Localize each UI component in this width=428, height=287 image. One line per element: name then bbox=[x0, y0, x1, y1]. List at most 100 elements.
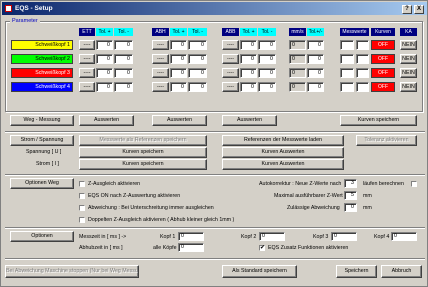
als-standard-button[interactable]: Als Standard speichern bbox=[222, 265, 297, 278]
abh-plus-1-field[interactable]: 0 bbox=[170, 40, 187, 50]
abh-minus-2-field[interactable]: 0 bbox=[188, 54, 207, 64]
mms-tol-2-field[interactable]: 0 bbox=[307, 54, 324, 64]
kopf2-input[interactable]: 0 bbox=[259, 232, 285, 241]
kopf4-input[interactable]: 0 bbox=[391, 232, 417, 241]
abh-1-button[interactable]: ---- bbox=[152, 40, 169, 50]
ett-minus-1-field[interactable]: 0 bbox=[114, 40, 133, 50]
abb-2-button[interactable]: ---- bbox=[222, 54, 239, 64]
abh-minus-3-field[interactable]: 0 bbox=[188, 68, 207, 78]
messwerte-referenz-button[interactable]: Messwerte als Referenzen speichern bbox=[79, 135, 207, 146]
auswerten-abh-button[interactable]: Auswerten bbox=[152, 115, 207, 126]
spannung-kurven-speichern-button[interactable]: Kurven speichern bbox=[79, 147, 207, 158]
ett-minus-3-field[interactable]: 0 bbox=[114, 68, 133, 78]
abb-minus-3-field[interactable]: 0 bbox=[258, 68, 276, 78]
weg-messung-button[interactable]: Weg - Messung bbox=[10, 115, 74, 126]
separator-3 bbox=[5, 227, 425, 229]
eqs-zusatz-checkbox[interactable]: ✔ bbox=[259, 245, 265, 251]
eqs-on-checkbox[interactable] bbox=[79, 193, 85, 199]
referenzen-laden-button[interactable]: Referenzen der Messwerte laden bbox=[222, 135, 344, 146]
ett-2-button[interactable]: ---- bbox=[79, 54, 95, 64]
auswerten-ett-button[interactable]: Auswerten bbox=[79, 115, 134, 126]
header-ett: ETT bbox=[79, 28, 95, 36]
abb-plus-2-field[interactable]: 0 bbox=[240, 54, 257, 64]
ka-3-button[interactable]: NEIN bbox=[400, 68, 417, 78]
kurven-2-toggle[interactable]: OFF bbox=[371, 54, 395, 64]
abh-minus-1-field[interactable]: 0 bbox=[188, 40, 207, 50]
abweichung-checkbox[interactable] bbox=[79, 205, 85, 211]
kurven-1-toggle[interactable]: OFF bbox=[371, 40, 395, 50]
ka-4-button[interactable]: NEIN bbox=[400, 82, 417, 92]
speichern-button[interactable]: Speichern bbox=[336, 265, 377, 278]
messwerte-2b-field[interactable] bbox=[356, 54, 369, 64]
ett-1-button[interactable]: ---- bbox=[79, 40, 95, 50]
mms-3-field: 0 bbox=[289, 68, 306, 78]
optionen-button[interactable]: Optionen bbox=[10, 231, 74, 242]
ett-minus-2-field[interactable]: 0 bbox=[114, 54, 133, 64]
ett-3-button[interactable]: ---- bbox=[79, 68, 95, 78]
laeufen-checkbox[interactable] bbox=[411, 181, 417, 187]
kurven-4-toggle[interactable]: OFF bbox=[371, 82, 395, 92]
toleranz-aktivieren-button[interactable]: Toleranz aktivieren bbox=[356, 135, 417, 146]
optionen-weg-button[interactable]: Optionen Weg bbox=[10, 178, 74, 189]
kopf1-input[interactable]: 0 bbox=[178, 232, 204, 241]
spannung-kurven-auswerten-button[interactable]: Kurven Auswerten bbox=[222, 147, 344, 158]
mms-tol-3-field[interactable]: 0 bbox=[307, 68, 324, 78]
abh-3-button[interactable]: ---- bbox=[152, 68, 169, 78]
abb-plus-1-field[interactable]: 0 bbox=[240, 40, 257, 50]
laeufen-label: läufen berechnen bbox=[363, 181, 404, 187]
abb-minus-4-field[interactable]: 0 bbox=[258, 82, 276, 92]
abh-plus-3-field[interactable]: 0 bbox=[170, 68, 187, 78]
ett-minus-4-field[interactable]: 0 bbox=[114, 82, 133, 92]
help-button[interactable]: ? bbox=[402, 5, 412, 14]
ka-2-button[interactable]: NEIN bbox=[400, 54, 417, 64]
strom-kurven-auswerten-button[interactable]: Kurven Auswerten bbox=[222, 159, 344, 170]
kopf3-input[interactable]: 0 bbox=[331, 232, 357, 241]
abb-3-button[interactable]: ---- bbox=[222, 68, 239, 78]
messwerte-4-field[interactable] bbox=[340, 82, 354, 92]
abh-plus-4-field[interactable]: 0 bbox=[170, 82, 187, 92]
messwerte-3-field[interactable] bbox=[340, 68, 354, 78]
abb-4-button[interactable]: ---- bbox=[222, 82, 239, 92]
ett-plus-1-field[interactable]: 0 bbox=[96, 40, 113, 50]
autokorrektur-input[interactable]: 3 bbox=[344, 179, 357, 188]
messwerte-2-field[interactable] bbox=[340, 54, 354, 64]
ett-plus-2-field[interactable]: 0 bbox=[96, 54, 113, 64]
z-ausgleich-checkbox[interactable] bbox=[79, 181, 85, 187]
mms-tol-1-field[interactable]: 0 bbox=[307, 40, 324, 50]
abb-1-button[interactable]: ---- bbox=[222, 40, 239, 50]
mms-4-field: 0 bbox=[289, 82, 306, 92]
messwerte-4b-field[interactable] bbox=[356, 82, 369, 92]
header-kurven: Kurven bbox=[371, 28, 395, 36]
zulaessig-input[interactable]: 0 bbox=[344, 203, 357, 212]
abbruch-button[interactable]: Abbruch bbox=[381, 265, 422, 278]
spannung-label: Spannung [ U ] bbox=[26, 149, 62, 155]
doppelten-checkbox[interactable] bbox=[79, 217, 85, 223]
strom-kurven-speichern-button[interactable]: Kurven speichern bbox=[79, 159, 207, 170]
close-button[interactable]: X bbox=[414, 5, 424, 14]
abb-minus-1-field[interactable]: 0 bbox=[258, 40, 276, 50]
bei-abweichung-button[interactable]: Bei Abweichung Maschine stoppen (Nur bei… bbox=[5, 265, 139, 278]
messwerte-1-field[interactable] bbox=[340, 40, 354, 50]
ett-plus-4-field[interactable]: 0 bbox=[96, 82, 113, 92]
kopf3-label: Kopf 3 bbox=[313, 234, 329, 240]
alle-koepfe-input[interactable]: 0 bbox=[178, 243, 204, 252]
abh-4-button[interactable]: ---- bbox=[152, 82, 169, 92]
kurven-3-toggle[interactable]: OFF bbox=[371, 68, 395, 78]
strom-spannung-button[interactable]: Strom / Spannung bbox=[10, 135, 74, 146]
messwerte-1b-field[interactable] bbox=[356, 40, 369, 50]
abb-plus-4-field[interactable]: 0 bbox=[240, 82, 257, 92]
abh-minus-4-field[interactable]: 0 bbox=[188, 82, 207, 92]
auswerten-abb-button[interactable]: Auswerten bbox=[222, 115, 277, 126]
ett-4-button[interactable]: ---- bbox=[79, 82, 95, 92]
ett-plus-3-field[interactable]: 0 bbox=[96, 68, 113, 78]
mms-tol-4-field[interactable]: 0 bbox=[307, 82, 324, 92]
messwerte-3b-field[interactable] bbox=[356, 68, 369, 78]
ka-1-button[interactable]: NEIN bbox=[400, 40, 417, 50]
abb-plus-3-field[interactable]: 0 bbox=[240, 68, 257, 78]
abh-2-button[interactable]: ---- bbox=[152, 54, 169, 64]
maximal-input[interactable]: 5 bbox=[344, 191, 357, 200]
kurven-speichern-weg-button[interactable]: Kurven speichern bbox=[340, 115, 417, 126]
kopf2-label: Kopf 2 bbox=[241, 234, 257, 240]
abh-plus-2-field[interactable]: 0 bbox=[170, 54, 187, 64]
abb-minus-2-field[interactable]: 0 bbox=[258, 54, 276, 64]
